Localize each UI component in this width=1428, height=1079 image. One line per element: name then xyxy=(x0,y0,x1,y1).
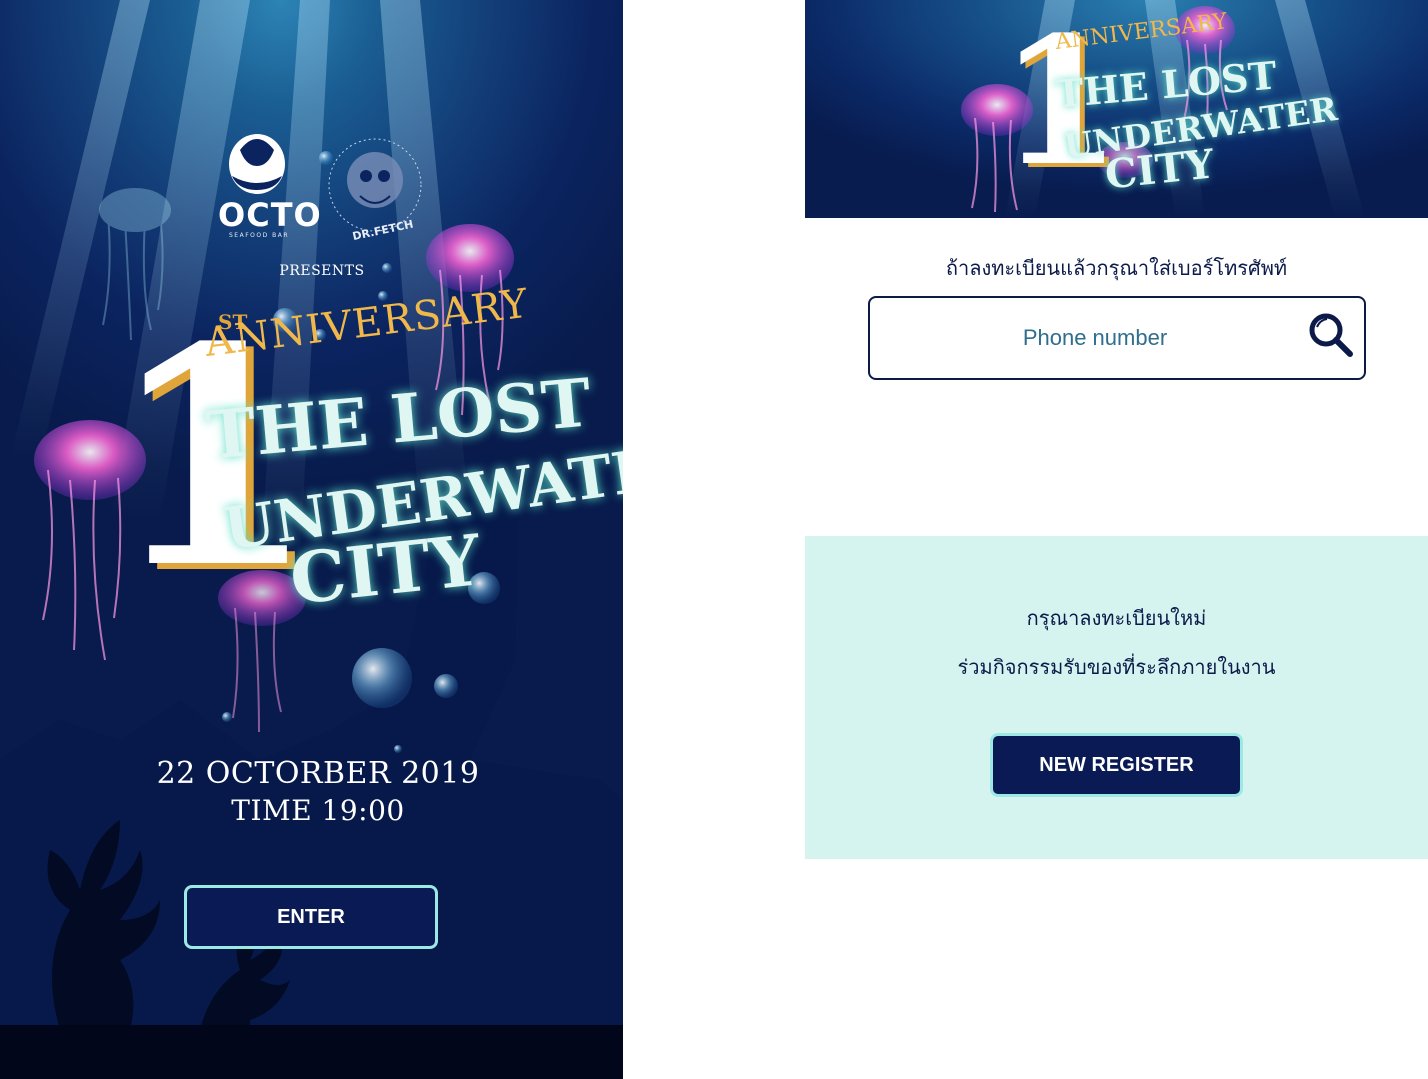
event-date: 22 OCTORBER 2019 xyxy=(156,756,480,791)
event-title-logo: 1 ST ANNIVERSARY THE LOST UNDERWATER CIT… xyxy=(0,0,623,700)
registration-screen: 1 ANNIVERSARY THE LOST UNDERWATER CITY ถ… xyxy=(805,0,1428,1079)
phone-lookup-instruction: ถ้าลงทะเบียนแล้วกรุณาใส่เบอร์โทรศัพท์ xyxy=(945,256,1288,280)
phone-number-input[interactable] xyxy=(880,306,1310,370)
search-icon[interactable] xyxy=(1306,310,1356,360)
event-time: TIME 19:00 xyxy=(231,794,405,827)
phone-search-box xyxy=(868,296,1366,380)
landing-screen: OCTO SEAFOOD BAR DR.FETCH PRESENTS 1 ST … xyxy=(0,0,623,1079)
new-register-button[interactable]: NEW REGISTER xyxy=(990,733,1243,797)
bottom-bar xyxy=(0,1025,623,1079)
new-register-panel: กรุณาลงทะเบียนใหม่ ร่วมกิจกรรมรับของที่ร… xyxy=(805,536,1428,859)
register-prompt-line1: กรุณาลงทะเบียนใหม่ xyxy=(1026,606,1207,630)
enter-button[interactable]: ENTER xyxy=(184,885,438,949)
register-prompt-line2: ร่วมกิจกรรมรับของที่ระลึกภายในงาน xyxy=(957,655,1276,679)
event-banner: 1 ANNIVERSARY THE LOST UNDERWATER CITY xyxy=(805,0,1428,218)
